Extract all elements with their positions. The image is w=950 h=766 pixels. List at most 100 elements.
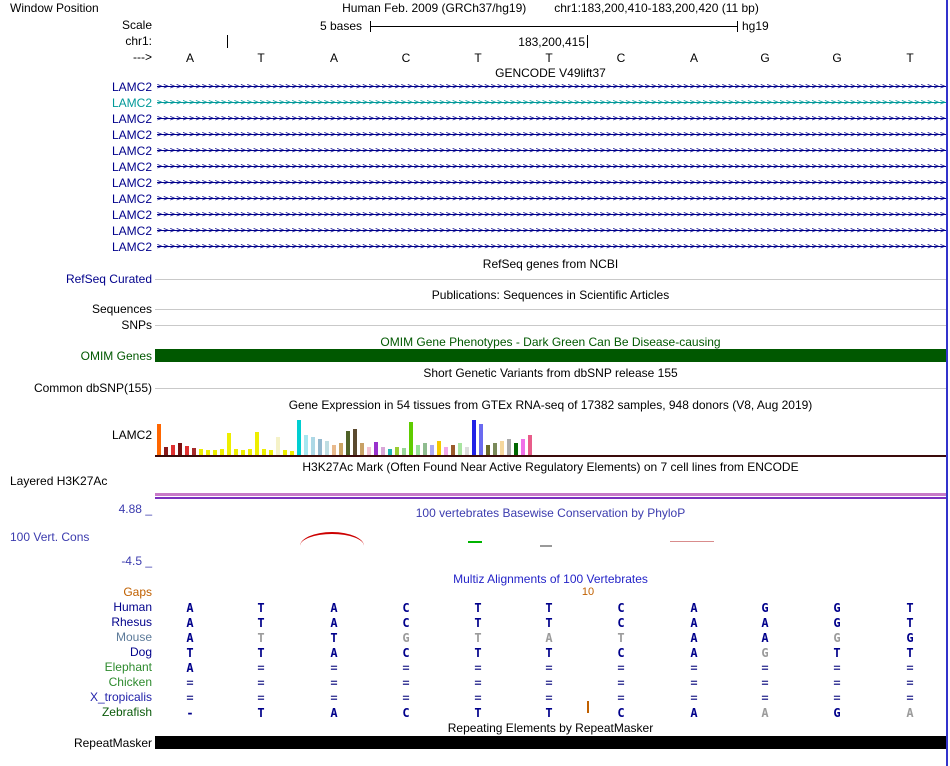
alignment-base: A (684, 646, 704, 660)
alignment-base: A (180, 661, 200, 675)
alignment-base: T (611, 631, 631, 645)
alignment-base: G (827, 601, 847, 615)
repeatmasker-label[interactable]: RepeatMasker (2, 737, 152, 750)
alignment-base: = (324, 661, 344, 675)
alignment-base: G (755, 646, 775, 660)
alignment-base: T (468, 631, 488, 645)
alignment-base: A (684, 601, 704, 615)
alignment-base: A (900, 706, 920, 720)
alignment-base: T (468, 616, 488, 630)
alignment-base: A (324, 601, 344, 615)
alignment-base: A (684, 616, 704, 630)
ucsc-genome-browser: Window Position Human Feb. 2009 (GRCh37/… (0, 0, 950, 766)
repeatmasker-bar[interactable] (155, 736, 946, 749)
alignment-base: T (900, 601, 920, 615)
alignment-base: C (396, 601, 416, 615)
alignment-base: = (468, 676, 488, 690)
alignment-base: = (755, 691, 775, 705)
alignment-base: A (180, 601, 200, 615)
alignment-base: = (180, 691, 200, 705)
alignment-base: T (251, 601, 271, 615)
alignment-base: T (251, 706, 271, 720)
alignment-base: = (251, 691, 271, 705)
repeatmasker-title: Repeating Elements by RepeatMasker (155, 722, 946, 735)
alignment-base: = (396, 676, 416, 690)
alignment-base: - (180, 706, 200, 720)
alignment-base: = (827, 661, 847, 675)
alignment-base: A (684, 706, 704, 720)
alignment-base: T (539, 646, 559, 660)
alignment-base: G (827, 706, 847, 720)
zebrafish-insert-tick (587, 701, 589, 713)
alignment-base: G (827, 631, 847, 645)
alignment-base: A (324, 646, 344, 660)
alignment-base: T (539, 601, 559, 615)
alignment-base: C (611, 616, 631, 630)
alignment-base: T (324, 631, 344, 645)
alignment-base: = (611, 676, 631, 690)
alignment-base: A (755, 706, 775, 720)
alignment-base: = (900, 691, 920, 705)
alignment-base: G (755, 601, 775, 615)
alignment-base: = (900, 661, 920, 675)
species-label-dog[interactable]: Dog (2, 646, 152, 659)
alignment-base: C (611, 646, 631, 660)
alignment-base: = (611, 691, 631, 705)
alignment-base: C (611, 601, 631, 615)
alignment-base: T (827, 646, 847, 660)
alignment-base: = (396, 661, 416, 675)
alignment-base: C (396, 706, 416, 720)
species-label-x_tropicalis[interactable]: X_tropicalis (2, 691, 152, 704)
species-label-elephant[interactable]: Elephant (2, 661, 152, 674)
alignment-base: = (611, 661, 631, 675)
alignment-base: T (539, 616, 559, 630)
alignment-base: = (827, 691, 847, 705)
species-label-rhesus[interactable]: Rhesus (2, 616, 152, 629)
alignment-base: A (324, 706, 344, 720)
alignment-base: T (468, 646, 488, 660)
alignment-base: A (324, 616, 344, 630)
alignment-base: = (827, 676, 847, 690)
species-label-chicken[interactable]: Chicken (2, 676, 152, 689)
alignment-base: = (324, 676, 344, 690)
right-guideline (946, 0, 948, 766)
alignment-base: G (900, 631, 920, 645)
species-label-mouse[interactable]: Mouse (2, 631, 152, 644)
alignment-base: = (180, 676, 200, 690)
alignment-base: = (396, 691, 416, 705)
alignment-base: T (251, 616, 271, 630)
alignment-base: T (900, 616, 920, 630)
alignment-base: = (251, 661, 271, 675)
alignment-base: A (180, 616, 200, 630)
alignment-base: = (684, 691, 704, 705)
alignment-base: = (900, 676, 920, 690)
alignment-base: = (539, 691, 559, 705)
alignment-base: C (396, 646, 416, 660)
alignment-base: T (251, 646, 271, 660)
alignment-base: = (684, 661, 704, 675)
alignment-base: C (611, 706, 631, 720)
alignment-base: = (324, 691, 344, 705)
alignment-base: A (755, 616, 775, 630)
alignment-base: = (468, 661, 488, 675)
alignment-base: T (251, 631, 271, 645)
alignment-base: T (468, 601, 488, 615)
species-label-zebrafish[interactable]: Zebrafish (2, 706, 152, 719)
alignment-base: = (539, 676, 559, 690)
alignment-base: = (755, 676, 775, 690)
alignment-base: T (900, 646, 920, 660)
alignment-base: A (755, 631, 775, 645)
alignment-base: = (251, 676, 271, 690)
alignment-base: = (539, 661, 559, 675)
species-label-human[interactable]: Human (2, 601, 152, 614)
multiz-rows: HumanATACTTCAGGTRhesusATACTTCAAGTMouseAT… (0, 0, 950, 766)
alignment-base: A (180, 631, 200, 645)
alignment-base: G (396, 631, 416, 645)
alignment-base: = (684, 676, 704, 690)
alignment-base: T (180, 646, 200, 660)
alignment-base: T (539, 706, 559, 720)
alignment-base: A (539, 631, 559, 645)
alignment-base: G (827, 616, 847, 630)
alignment-base: = (755, 661, 775, 675)
alignment-base: = (468, 691, 488, 705)
